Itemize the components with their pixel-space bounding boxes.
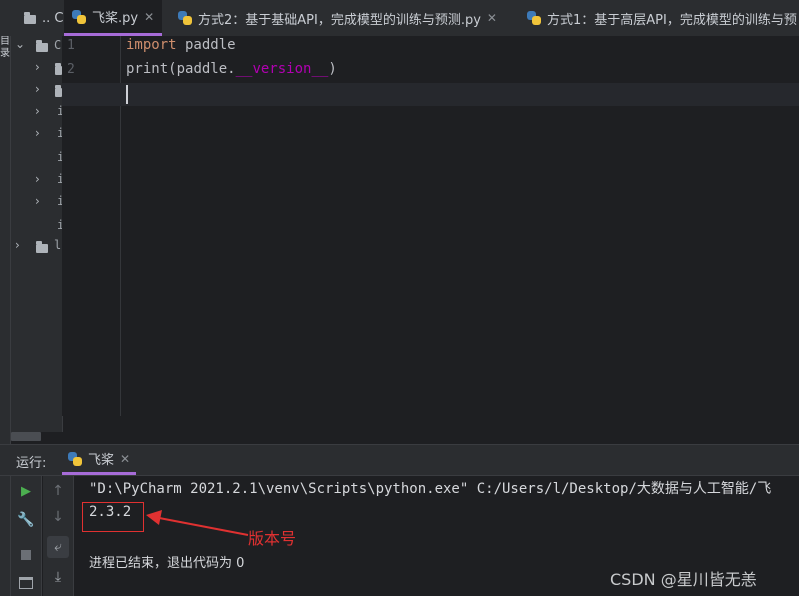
code-line-1[interactable]: import paddle — [126, 37, 236, 53]
process-exit-message: 进程已结束，退出代码为 0 — [89, 556, 245, 571]
tab-method2[interactable]: 方式2：基于基础API，完成模型的训练与预测.py ✕ — [178, 0, 497, 36]
python-file-icon — [72, 9, 86, 24]
close-icon[interactable]: ✕ — [487, 11, 497, 25]
watermark: CSDN @星川皆无恙 — [610, 570, 757, 589]
horizontal-scrollbar[interactable] — [11, 432, 41, 441]
chevron-right-icon[interactable]: › — [35, 126, 40, 140]
dunder-attribute: __version__ — [235, 61, 329, 77]
tree-item[interactable]: i — [11, 148, 62, 168]
chevron-right-icon[interactable]: › — [35, 194, 40, 208]
line-number: 1 — [67, 38, 75, 53]
current-line-highlight — [62, 83, 799, 106]
run-toolbar-secondary: ↑ ↓ ⤶ ⤓ — [43, 476, 74, 596]
tab-project-folder[interactable]: .. C — [24, 0, 63, 36]
chevron-right-icon[interactable]: › — [35, 60, 40, 74]
code-line-2[interactable]: print(paddle.__version__) — [126, 61, 337, 77]
python-file-icon — [178, 11, 192, 25]
python-file-icon — [68, 451, 82, 466]
keyword-import: import — [126, 37, 177, 53]
tool-window-strip: 目录 — [0, 36, 11, 596]
run-command-line: "D:\PyCharm 2021.2.1\venv\Scripts\python… — [89, 481, 772, 497]
project-tool-label[interactable]: 目录 — [0, 36, 10, 62]
rerun-icon[interactable]: ▶ — [15, 480, 37, 502]
editor-tab-bar: .. C 飞桨.py ✕ 方式2：基于基础API，完成模型的训练与预测.py ✕… — [0, 0, 799, 37]
folder-icon — [36, 40, 48, 52]
tab-label: 方式1：基于高层API，完成模型的训练与预 — [547, 12, 797, 28]
annotation-arrow-head — [146, 510, 162, 525]
tab-method1[interactable]: 方式1：基于高层API，完成模型的训练与预 — [527, 0, 797, 36]
run-panel-label: 运行: — [16, 456, 47, 471]
chevron-down-icon[interactable]: ⌄ — [15, 37, 25, 51]
text-caret — [126, 85, 128, 104]
chevron-right-icon[interactable]: › — [35, 82, 40, 96]
annotation-version-label: 版本号 — [248, 529, 297, 548]
builtin-print: print — [126, 61, 169, 77]
run-tab-label: 飞桨 — [88, 453, 115, 468]
python-file-icon — [527, 11, 541, 25]
soft-wrap-icon[interactable]: ⤶ — [47, 536, 69, 558]
folder-icon — [24, 11, 36, 24]
arrow-up-icon[interactable]: ↑ — [47, 480, 69, 502]
tree-root[interactable]: ⌄ C — [11, 36, 62, 56]
code-text: paddle — [176, 37, 236, 53]
code-text: (paddle. — [168, 61, 236, 77]
chevron-right-icon[interactable]: › — [35, 104, 40, 118]
tree-item[interactable]: i — [11, 216, 62, 236]
annotation-arrow-shaft — [153, 516, 249, 536]
run-toolbar-primary: ▶ 🔧 — [11, 476, 42, 596]
project-tree: ⌄ C › › › i › i i › i › i i › l — [11, 36, 63, 432]
tree-item[interactable]: › — [11, 80, 62, 100]
wrench-icon[interactable]: 🔧 — [15, 509, 37, 531]
layout-icon[interactable] — [15, 572, 37, 594]
tab-label: 飞桨.py — [92, 11, 139, 26]
tree-item[interactable]: › — [11, 58, 62, 78]
tree-item-external[interactable]: › l — [11, 236, 62, 256]
folder-icon — [36, 241, 48, 253]
tab-label: 方式2：基于基础API，完成模型的训练与预测.py — [198, 12, 481, 28]
tab-feijiang[interactable]: 飞桨.py ✕ — [64, 0, 163, 36]
tree-item-label: l — [54, 238, 62, 252]
close-icon[interactable]: ✕ — [144, 10, 154, 24]
tree-item[interactable]: › i — [11, 102, 62, 122]
tree-item[interactable]: › i — [11, 192, 62, 212]
tab-label: .. C — [42, 10, 64, 26]
tree-item[interactable]: › i — [11, 170, 62, 190]
scroll-to-end-icon[interactable]: ⤓ — [47, 566, 69, 588]
tree-root-label: C — [54, 38, 62, 52]
run-tab-feijiang[interactable]: 飞桨 ✕ — [62, 445, 137, 475]
close-icon[interactable]: ✕ — [120, 452, 130, 466]
code-text: ) — [328, 61, 337, 77]
chevron-right-icon[interactable]: › — [15, 238, 20, 252]
tree-item[interactable]: › i — [11, 124, 62, 144]
folder-icon — [55, 63, 62, 75]
arrow-down-icon[interactable]: ↓ — [47, 506, 69, 528]
version-highlight-box — [82, 502, 144, 532]
folder-icon — [55, 85, 62, 97]
chevron-right-icon[interactable]: › — [35, 172, 40, 186]
stop-icon[interactable] — [15, 544, 37, 566]
line-number: 2 — [67, 62, 75, 77]
annotation-arrow — [146, 510, 249, 536]
